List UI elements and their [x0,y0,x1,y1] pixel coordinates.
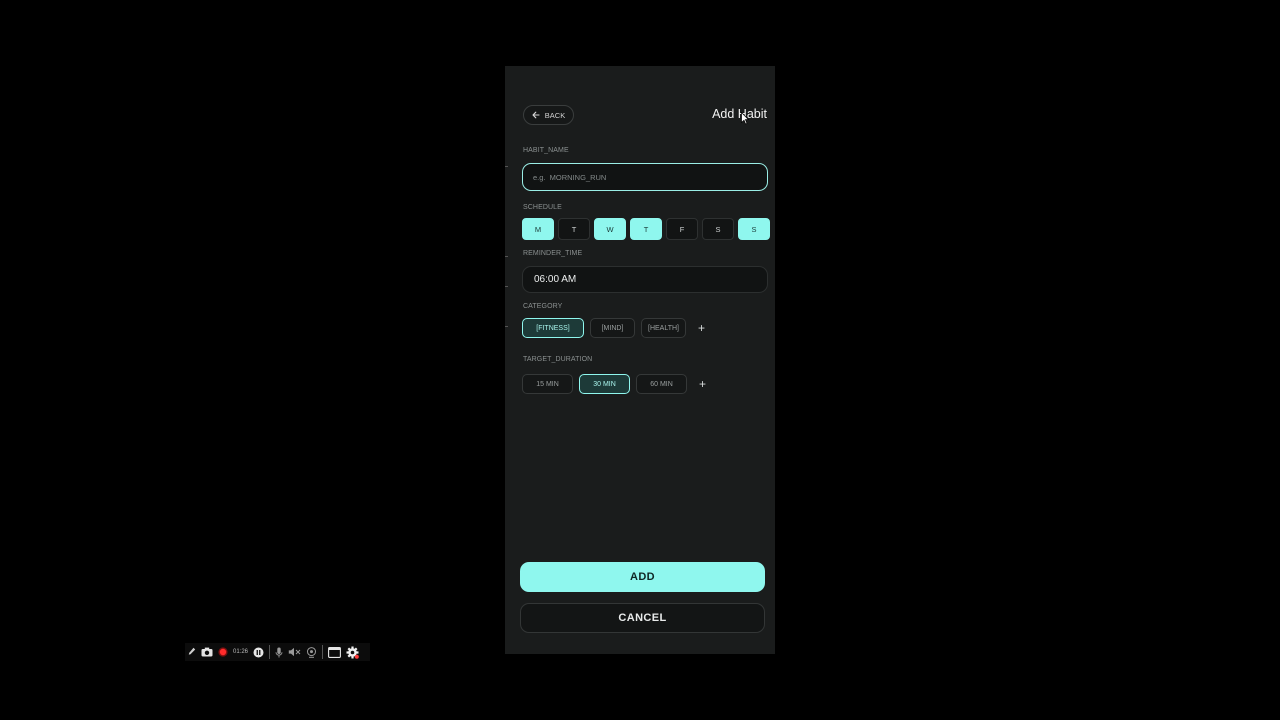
window-icon[interactable] [328,646,341,658]
day-toggle-sat[interactable]: S [702,218,734,240]
toolbar-divider [322,645,324,659]
page-title: Add Habit [712,107,767,121]
toolbar-divider [269,645,271,659]
back-button[interactable]: BACK [523,105,574,125]
duration-chip-15[interactable]: 15 MIN [522,374,573,394]
pen-icon[interactable] [188,647,196,657]
arrow-left-icon [532,111,540,119]
category-chips: [FITNESS] [MIND] [HEALTH] + [522,318,705,338]
app-screen: BACK Add Habit HABIT_NAME SCHEDULE M T W… [505,66,775,654]
edge-mark [505,286,508,287]
screen-recorder-toolbar: 01:26 [185,643,370,661]
edge-mark [505,256,508,257]
pause-icon[interactable] [253,647,264,658]
category-label: CATEGORY [523,303,563,310]
category-chip-fitness[interactable]: [FITNESS] [522,318,584,338]
day-toggle-mon[interactable]: M [522,218,554,240]
edge-mark [505,166,508,167]
recording-timer: 01:26 [233,649,249,655]
target-duration-label: TARGET_DURATION [523,356,593,363]
schedule-day-picker: M T W T F S S [522,218,770,240]
schedule-label: SCHEDULE [523,204,562,211]
category-chip-mind[interactable]: [MIND] [590,318,635,338]
day-toggle-fri[interactable]: F [666,218,698,240]
add-duration-button[interactable]: + [699,378,706,390]
edge-mark [505,326,508,327]
gear-icon[interactable] [346,646,359,659]
record-icon[interactable] [218,647,228,657]
day-toggle-wed[interactable]: W [594,218,626,240]
duration-chip-30[interactable]: 30 MIN [579,374,630,394]
webcam-icon[interactable] [306,646,317,658]
add-button[interactable]: ADD [520,562,765,592]
day-toggle-tue[interactable]: T [558,218,590,240]
cancel-button[interactable]: CANCEL [520,603,765,633]
habit-name-input[interactable] [522,163,768,191]
habit-name-label: HABIT_NAME [523,147,569,154]
microphone-icon[interactable] [275,647,283,658]
duration-chip-60[interactable]: 60 MIN [636,374,687,394]
reminder-time-input[interactable]: 06:00 AM [522,266,768,293]
add-category-button[interactable]: + [698,322,705,334]
reminder-time-label: REMINDER_TIME [523,250,583,257]
day-toggle-sun[interactable]: S [738,218,770,240]
duration-chips: 15 MIN 30 MIN 60 MIN + [522,374,706,394]
back-label: BACK [544,110,566,120]
day-toggle-thu[interactable]: T [630,218,662,240]
camera-icon[interactable] [201,647,213,657]
mouse-cursor-icon [741,112,749,125]
speaker-muted-icon[interactable] [288,647,301,657]
category-chip-health[interactable]: [HEALTH] [641,318,686,338]
reminder-time-value: 06:00 AM [534,274,577,285]
